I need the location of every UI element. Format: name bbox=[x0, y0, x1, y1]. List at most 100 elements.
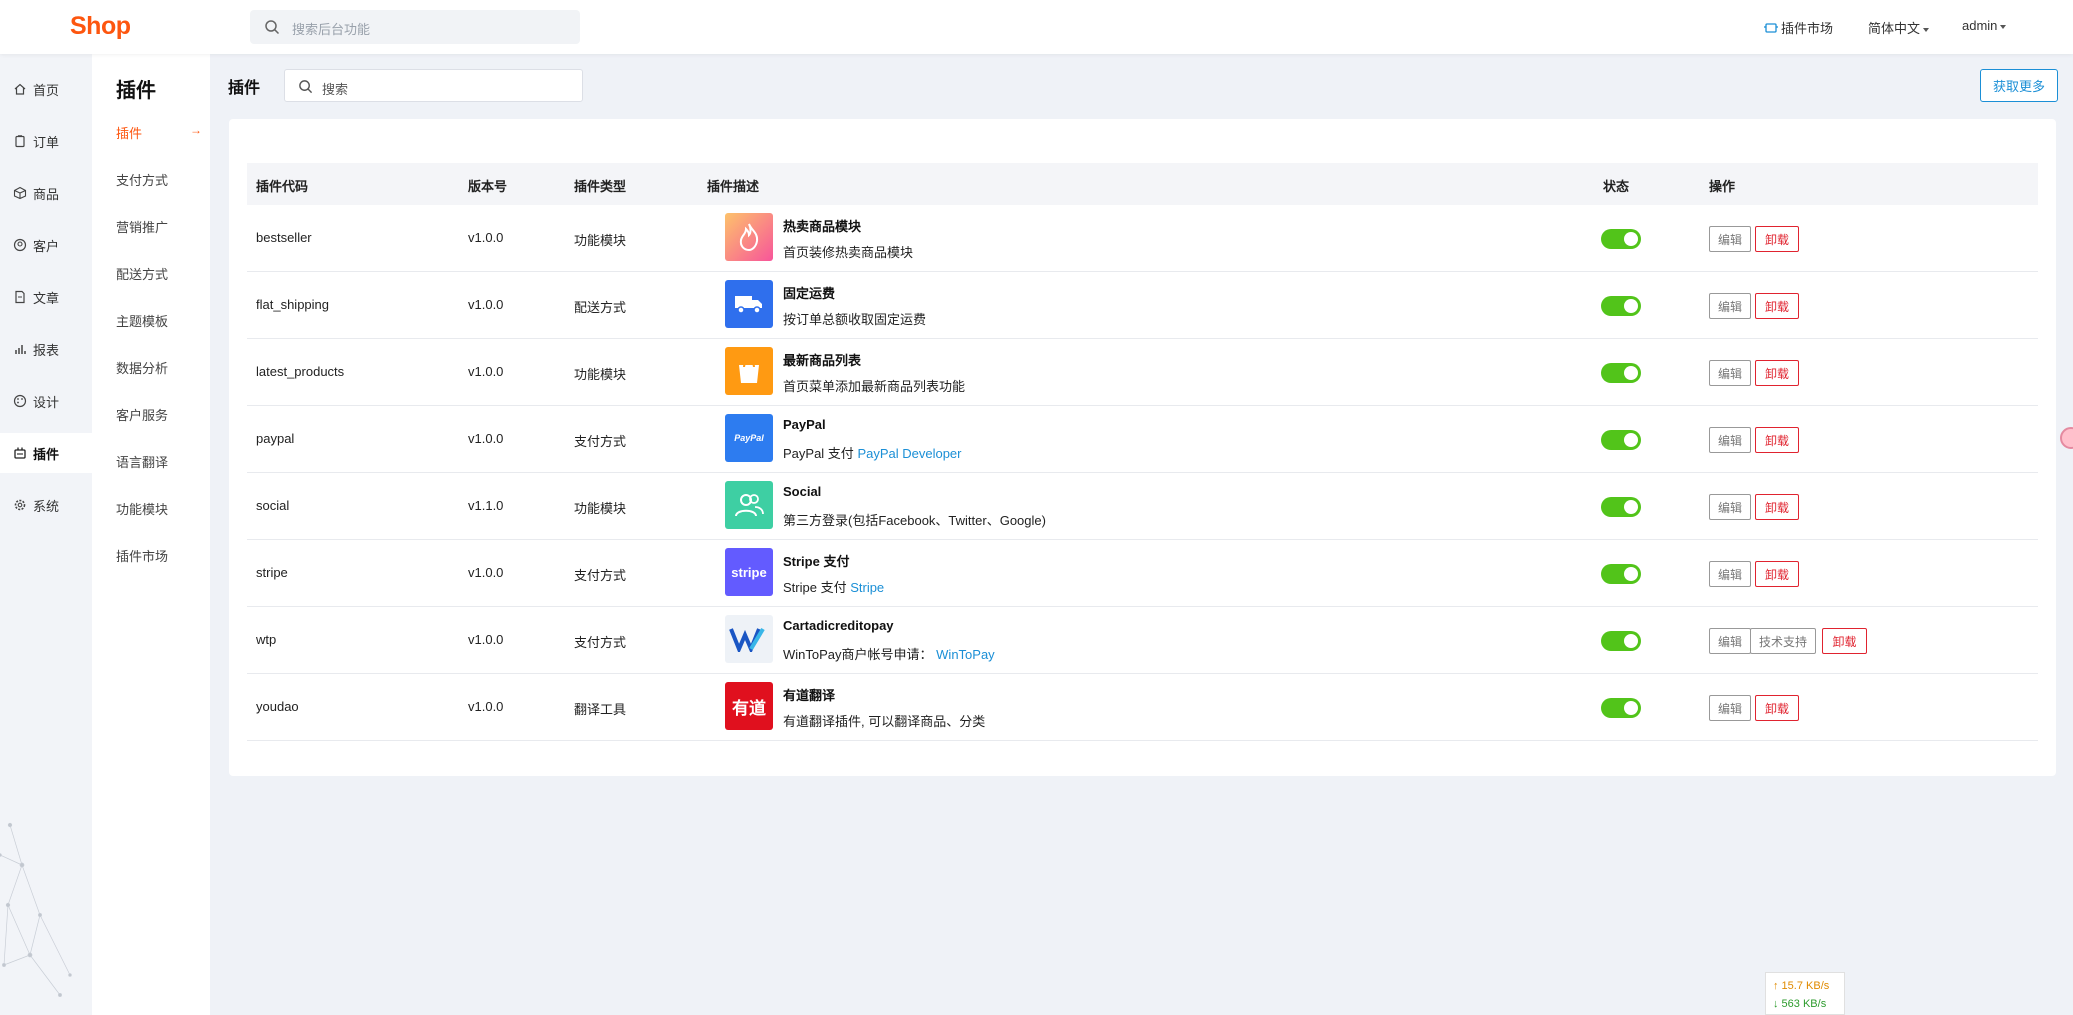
plugin-version: v1.1.0 bbox=[468, 498, 504, 513]
uninstall-button[interactable]: 卸载 bbox=[1755, 226, 1799, 252]
language-dropdown[interactable]: 简体中文 bbox=[1868, 18, 1930, 37]
edit-button[interactable]: 编辑 bbox=[1709, 561, 1751, 587]
table-row: wtp v1.0.0 支付方式 Cartadicreditopay WinToP… bbox=[247, 607, 2038, 674]
plugin-type: 功能模块 bbox=[574, 233, 627, 248]
uninstall-button[interactable]: 卸载 bbox=[1755, 494, 1799, 520]
nav-system-label: 系统 bbox=[33, 498, 60, 514]
edit-button[interactable]: 编辑 bbox=[1709, 695, 1751, 721]
floating-assistant-icon[interactable] bbox=[2060, 427, 2073, 449]
wintopay-link[interactable]: WinToPay bbox=[936, 647, 995, 662]
col-type: 插件类型 bbox=[574, 179, 627, 194]
nav-products[interactable]: 商品 bbox=[0, 173, 92, 213]
chevron-down-icon bbox=[2000, 24, 2007, 29]
status-toggle[interactable] bbox=[1601, 497, 1641, 517]
status-toggle[interactable] bbox=[1601, 430, 1641, 450]
nav-articles[interactable]: 文章 bbox=[0, 277, 92, 317]
nav-design[interactable]: 设计 bbox=[0, 381, 92, 421]
palette-icon bbox=[13, 394, 27, 408]
sub-nav-payment[interactable]: 支付方式 bbox=[116, 170, 202, 189]
shop-logo[interactable]: Shop bbox=[70, 12, 131, 41]
nav-reports-label: 报表 bbox=[33, 342, 60, 358]
plugin-code: bestseller bbox=[256, 230, 312, 245]
plugin-type: 功能模块 bbox=[574, 501, 627, 516]
uninstall-button[interactable]: 卸载 bbox=[1755, 293, 1799, 319]
sub-nav-themes[interactable]: 主题模板 bbox=[116, 311, 202, 330]
edit-button[interactable]: 编辑 bbox=[1709, 226, 1751, 252]
plugin-code: social bbox=[256, 498, 290, 513]
status-toggle[interactable] bbox=[1601, 229, 1641, 249]
col-version: 版本号 bbox=[468, 179, 508, 194]
paypal-logo-icon: PayPal bbox=[725, 414, 773, 462]
document-icon bbox=[15, 290, 25, 304]
table-row: social v1.1.0 功能模块 Social 第三方登录(包括Facebo… bbox=[247, 473, 2038, 540]
sub-nav-marketing[interactable]: 营销推广 bbox=[116, 217, 202, 236]
arrow-right-icon: → bbox=[190, 123, 202, 137]
sub-nav-plugins-label: 插件 bbox=[116, 126, 143, 141]
plugin-market-label: 插件市场 bbox=[1781, 21, 1834, 36]
nav-plugins[interactable]: 插件 bbox=[0, 433, 92, 473]
uninstall-button[interactable]: 卸载 bbox=[1755, 695, 1799, 721]
sub-nav-shipping[interactable]: 配送方式 bbox=[116, 264, 202, 283]
sub-nav-service[interactable]: 客户服务 bbox=[116, 405, 202, 424]
nav-customers-label: 客户 bbox=[33, 238, 60, 254]
nav-home[interactable]: 首页 bbox=[0, 69, 92, 109]
sub-nav-modules[interactable]: 功能模块 bbox=[116, 499, 202, 518]
stripe-logo-text: stripe bbox=[731, 564, 767, 580]
nav-home-label: 首页 bbox=[33, 82, 60, 98]
sub-nav-analytics[interactable]: 数据分析 bbox=[116, 358, 202, 377]
get-more-button[interactable]: 获取更多 bbox=[1980, 69, 2058, 102]
clipboard-icon bbox=[15, 135, 25, 148]
global-search-input[interactable]: 搜索后台功能 bbox=[250, 10, 580, 44]
table-row: youdao v1.0.0 翻译工具 有道 有道翻译 有道翻译插件, 可以翻译商… bbox=[247, 674, 2038, 741]
nav-articles-label: 文章 bbox=[33, 290, 60, 306]
plugin-name: PayPal bbox=[783, 417, 826, 432]
user-icon bbox=[13, 238, 27, 252]
status-toggle[interactable] bbox=[1601, 363, 1641, 383]
youdao-logo-text: 有道 bbox=[732, 698, 766, 718]
uninstall-button[interactable]: 卸载 bbox=[1755, 427, 1799, 453]
plugin-type: 配送方式 bbox=[574, 300, 627, 315]
language-label: 简体中文 bbox=[1868, 21, 1921, 36]
plugin-name: Stripe 支付 bbox=[783, 554, 850, 569]
sub-nav-market[interactable]: 插件市场 bbox=[116, 546, 202, 565]
nav-orders-label: 订单 bbox=[33, 134, 60, 150]
plugin-version: v1.0.0 bbox=[468, 230, 504, 245]
col-code: 插件代码 bbox=[256, 179, 309, 194]
uninstall-button[interactable]: 卸载 bbox=[1755, 360, 1799, 386]
col-actions: 操作 bbox=[1709, 179, 1736, 194]
plugin-code: flat_shipping bbox=[256, 297, 329, 312]
edit-button[interactable]: 编辑 bbox=[1709, 293, 1751, 319]
sub-nav-translation[interactable]: 语言翻译 bbox=[116, 452, 202, 471]
status-toggle[interactable] bbox=[1601, 564, 1641, 584]
uninstall-button[interactable]: 卸载 bbox=[1822, 628, 1867, 654]
sub-nav-plugins[interactable]: 插件 → bbox=[116, 123, 202, 142]
plugin-description: WinToPay商户帐号申请： WinToPay bbox=[783, 644, 995, 663]
nav-customers[interactable]: 客户 bbox=[0, 225, 92, 265]
edit-button[interactable]: 编辑 bbox=[1709, 494, 1751, 520]
nav-reports[interactable]: 报表 bbox=[0, 329, 92, 369]
nav-system[interactable]: 系统 bbox=[0, 485, 92, 525]
status-toggle[interactable] bbox=[1601, 698, 1641, 718]
search-icon bbox=[265, 20, 280, 35]
plugin-name: 有道翻译 bbox=[783, 688, 836, 703]
user-menu[interactable]: admin bbox=[1962, 18, 2007, 33]
plugin-description: 首页装修热卖商品模块 bbox=[783, 242, 913, 261]
edit-button[interactable]: 编辑 bbox=[1709, 360, 1751, 386]
status-toggle[interactable] bbox=[1601, 296, 1641, 316]
plugin-search-input[interactable]: 搜索 bbox=[284, 69, 583, 102]
plugin-description: Stripe 支付 Stripe bbox=[783, 577, 884, 596]
edit-button[interactable]: 编辑 bbox=[1709, 628, 1751, 654]
nav-orders[interactable]: 订单 bbox=[0, 121, 92, 161]
search-icon bbox=[299, 80, 313, 94]
nav-design-label: 设计 bbox=[33, 394, 60, 410]
nav-products-label: 商品 bbox=[33, 186, 60, 202]
plugin-market-link[interactable]: 插件市场 bbox=[1764, 18, 1833, 37]
uninstall-button[interactable]: 卸载 bbox=[1755, 561, 1799, 587]
edit-button[interactable]: 编辑 bbox=[1709, 427, 1751, 453]
paypal-developer-link[interactable]: PayPal Developer bbox=[857, 446, 961, 461]
plugin-code: youdao bbox=[256, 699, 299, 714]
stripe-link[interactable]: Stripe bbox=[850, 580, 884, 595]
tech-support-button[interactable]: 技术支持 bbox=[1750, 628, 1816, 654]
status-toggle[interactable] bbox=[1601, 631, 1641, 651]
plugin-version: v1.0.0 bbox=[468, 364, 504, 379]
